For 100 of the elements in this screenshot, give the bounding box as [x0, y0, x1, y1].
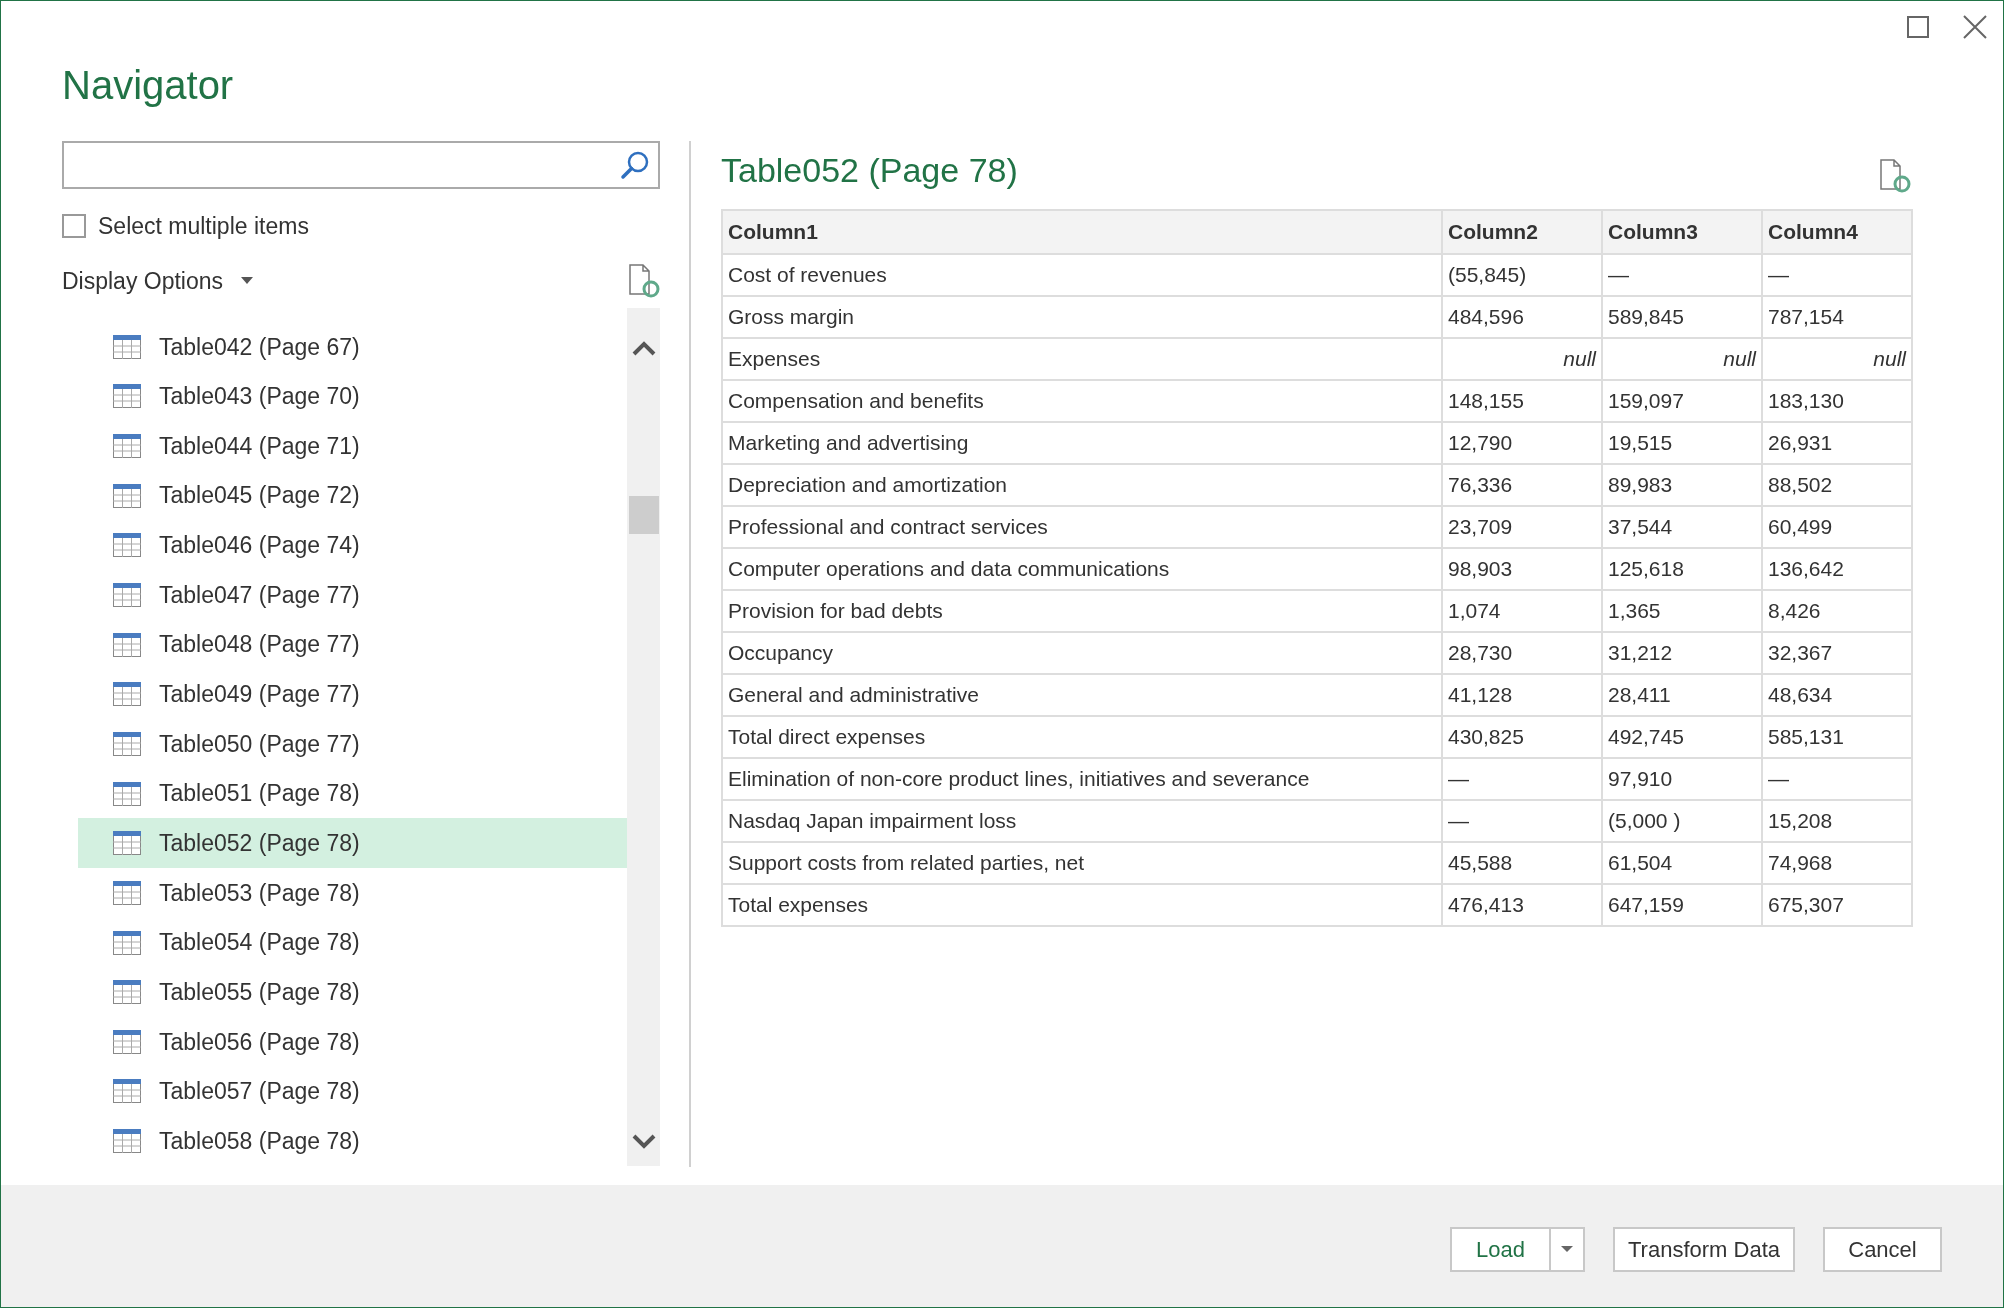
table-cell: 159,097 — [1602, 380, 1762, 422]
search-icon[interactable] — [620, 150, 650, 180]
table-cell: 28,730 — [1442, 632, 1602, 674]
table-cell: 1,074 — [1442, 590, 1602, 632]
table-cell: 183,130 — [1762, 380, 1912, 422]
table-cell: 60,499 — [1762, 506, 1912, 548]
navigator-list-item[interactable]: Table057 (Page 78) — [78, 1066, 627, 1117]
table-icon — [113, 533, 141, 558]
navigator-list-item[interactable]: Table054 (Page 78) — [78, 917, 627, 968]
table-icon — [113, 731, 141, 756]
table-icon — [113, 880, 141, 905]
checkbox-label: Select multiple items — [98, 212, 309, 241]
table-cell: Total expenses — [722, 884, 1442, 926]
navigator-list-item[interactable]: Table043 (Page 70) — [78, 371, 627, 422]
table-cell: null — [1442, 338, 1602, 380]
navigator-list-item[interactable]: Table044 (Page 71) — [78, 421, 627, 471]
table-icon — [113, 1029, 141, 1054]
table-cell: 15,208 — [1762, 800, 1912, 842]
table-cell: 23,709 — [1442, 506, 1602, 548]
table-cell: 97,910 — [1602, 758, 1762, 800]
table-cell: 37,544 — [1602, 506, 1762, 548]
table-cell: 1,365 — [1602, 590, 1762, 632]
navigator-list-item[interactable]: Table058 (Page 78) — [78, 1116, 627, 1166]
table-cell: Depreciation and amortization — [722, 464, 1442, 506]
navigator-list-item[interactable]: Table049 (Page 77) — [78, 669, 627, 720]
table-cell: Cost of revenues — [722, 254, 1442, 296]
table-cell: — — [1442, 800, 1602, 842]
table-cell: General and administrative — [722, 674, 1442, 716]
scrollbar-thumb[interactable] — [628, 496, 659, 534]
preview-title: Table052 (Page 78) — [721, 150, 1018, 191]
table-cell: — — [1762, 758, 1912, 800]
table-cell: Total direct expenses — [722, 716, 1442, 758]
table-cell: 12,790 — [1442, 422, 1602, 464]
caret-icon — [1561, 1245, 1573, 1253]
navigator-list-item[interactable]: Table051 (Page 78) — [78, 768, 627, 819]
checkbox[interactable] — [62, 214, 86, 239]
column-header: Column3 — [1602, 210, 1762, 254]
navigator-list-item[interactable]: Table046 (Page 74) — [78, 520, 627, 571]
column-header: Column4 — [1762, 210, 1912, 254]
table-cell: 589,845 — [1602, 296, 1762, 338]
navigator-list-item[interactable]: Table047 (Page 77) — [78, 570, 627, 620]
refresh-document-icon[interactable] — [628, 263, 660, 298]
navigator-list-item[interactable]: Table045 (Page 72) — [78, 470, 627, 521]
table-cell: (5,000 ) — [1602, 800, 1762, 842]
search-field[interactable] — [62, 141, 660, 189]
table-icon — [113, 980, 141, 1005]
scroll-down-icon[interactable] — [631, 1134, 656, 1150]
table-cell: 45,588 — [1442, 842, 1602, 884]
table-cell: 98,903 — [1442, 548, 1602, 590]
navigator-list-item[interactable]: Table050 (Page 77) — [78, 719, 627, 769]
table-icon — [113, 384, 141, 409]
table-cell: null — [1762, 338, 1912, 380]
table-cell: — — [1762, 254, 1912, 296]
navigator-list-item[interactable]: Table056 (Page 78) — [78, 1016, 627, 1067]
table-cell: null — [1602, 338, 1762, 380]
table-cell: Computer operations and data communications — [722, 548, 1442, 590]
caret-icon — [241, 276, 254, 285]
table-cell: 125,618 — [1602, 548, 1762, 590]
table-cell: Support costs from related parties, net — [722, 842, 1442, 884]
table-cell: 585,131 — [1762, 716, 1912, 758]
maximize-icon[interactable] — [1907, 16, 1929, 38]
table-cell: Gross margin — [722, 296, 1442, 338]
scroll-up-icon[interactable] — [631, 340, 656, 356]
table-cell: 61,504 — [1602, 842, 1762, 884]
navigator-list-item[interactable]: Table052 (Page 78) — [78, 818, 627, 869]
table-cell: 787,154 — [1762, 296, 1912, 338]
column-header: Column1 — [722, 210, 1442, 254]
navigator-list-item[interactable]: Table042 (Page 67) — [78, 322, 627, 372]
navigator-list-item[interactable]: Table055 (Page 78) — [78, 967, 627, 1017]
table-icon — [113, 831, 141, 856]
table-cell: Provision for bad debts — [722, 590, 1442, 632]
table-icon — [113, 434, 141, 459]
table-cell: 8,426 — [1762, 590, 1912, 632]
table-cell: 41,128 — [1442, 674, 1602, 716]
transform-data-button[interactable]: Transform Data — [1613, 1226, 1795, 1272]
table-cell: Expenses — [722, 338, 1442, 380]
navigator-list-item[interactable]: Table053 (Page 78) — [78, 868, 627, 918]
table-icon — [113, 632, 141, 657]
refresh-document-icon[interactable] — [1879, 159, 1911, 193]
table-cell: Nasdaq Japan impairment loss — [722, 800, 1442, 842]
navigator-list-item[interactable]: Table048 (Page 77) — [78, 619, 627, 670]
table-cell: 19,515 — [1602, 422, 1762, 464]
scrollbar[interactable] — [627, 308, 660, 1166]
table-icon — [113, 483, 141, 508]
table-icon — [113, 930, 141, 955]
table-cell: (55,845) — [1442, 254, 1602, 296]
table-cell: 136,642 — [1762, 548, 1912, 590]
table-cell: 484,596 — [1442, 296, 1602, 338]
table-cell: 74,968 — [1762, 842, 1912, 884]
table-cell: 26,931 — [1762, 422, 1912, 464]
table-cell: 48,634 — [1762, 674, 1912, 716]
table-cell: 88,502 — [1762, 464, 1912, 506]
cancel-button[interactable]: Cancel — [1823, 1226, 1942, 1272]
table-cell: 647,159 — [1602, 884, 1762, 926]
table-cell: 476,413 — [1442, 884, 1602, 926]
table-cell: 31,212 — [1602, 632, 1762, 674]
table-cell: Elimination of non-core product lines, initiatives and severance — [722, 758, 1442, 800]
close-icon[interactable] — [1963, 15, 1987, 39]
table-cell: 28,411 — [1602, 674, 1762, 716]
display-options-dropdown[interactable]: Display Options — [62, 263, 254, 298]
